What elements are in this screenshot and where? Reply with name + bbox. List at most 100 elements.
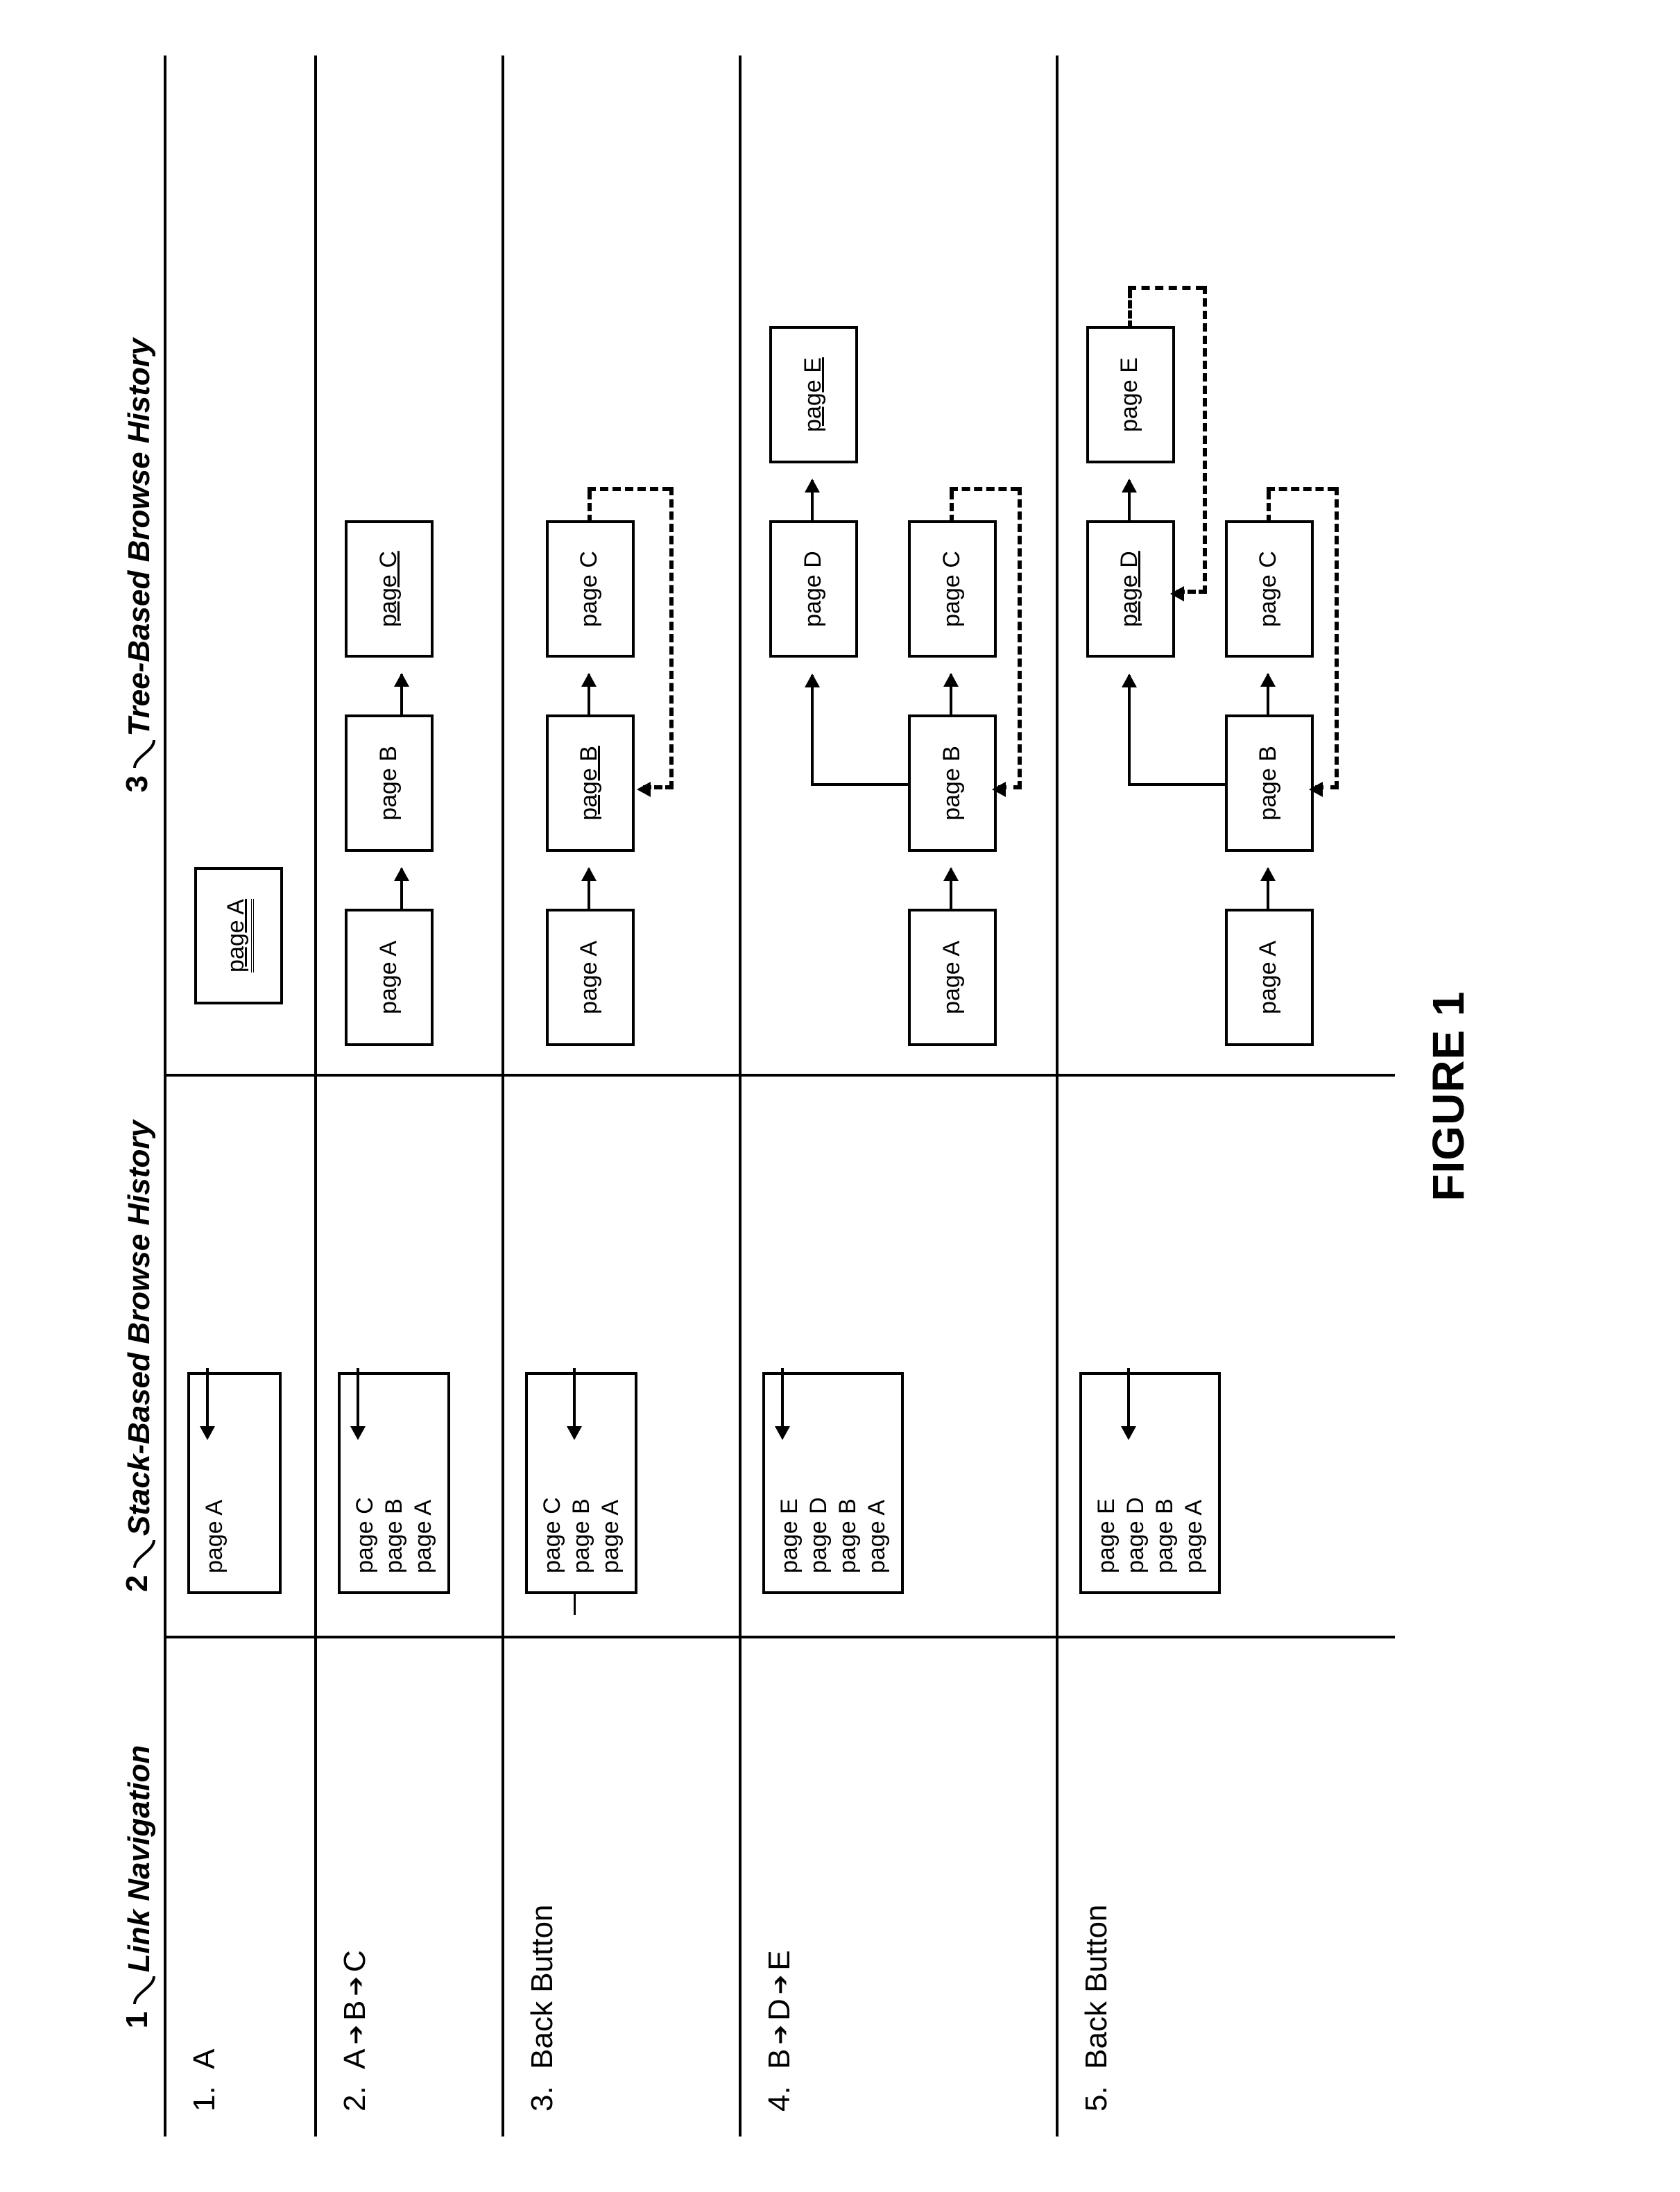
row1-nav: A — [187, 2048, 221, 2069]
tree-arrow — [588, 674, 590, 717]
row3-num: 3. — [525, 2086, 559, 2112]
stack-item: page A — [596, 1393, 625, 1573]
col2-label: Stack-Based Browse History — [122, 1120, 156, 1536]
tree-node-A: page A — [1225, 909, 1314, 1046]
row3-nav: Back Button — [525, 1905, 559, 2069]
row1-stack: page A — [187, 1372, 282, 1594]
tree-arrow — [1128, 675, 1131, 786]
tree-arrow — [950, 868, 952, 911]
stack-item: page D — [1121, 1393, 1150, 1573]
tree-arrow — [1267, 868, 1269, 911]
back-path-icon — [950, 487, 1019, 491]
stack-item: page A — [200, 1393, 229, 1573]
stack-item: page E — [1092, 1393, 1121, 1573]
comparison-table: 1 Link Navigation 2 Stack-Based Browse H… — [77, 55, 1395, 2137]
back-path-icon — [1128, 290, 1132, 329]
tree-node-B: page B — [546, 714, 635, 852]
row3-link-nav: 3. Back Button — [525, 1905, 560, 2112]
tree-node-B: page B — [908, 714, 997, 852]
back-arrowhead-icon — [637, 782, 651, 797]
col-header-link-navigation: 1 Link Navigation — [77, 1637, 165, 2137]
arrow-right-icon: ➔ — [766, 2025, 794, 2045]
row4-num: 4. — [762, 2086, 796, 2112]
stack-item: page B — [833, 1393, 862, 1573]
row4-link-nav: 4. B➔D➔E — [762, 1950, 797, 2112]
back-arrowhead-icon — [1170, 586, 1184, 601]
back-path-icon — [1267, 491, 1271, 523]
tree-node-A: page A — [546, 909, 635, 1046]
back-path-icon — [1203, 286, 1207, 594]
col-header-tree: 3 Tree-Based Browse History — [77, 55, 165, 1075]
col3-num: 3 — [120, 776, 154, 792]
back-arrowhead-icon — [992, 782, 1006, 797]
back-path-icon — [1267, 487, 1336, 491]
tree-arrow — [1128, 480, 1131, 523]
stack-item: page A — [409, 1393, 438, 1573]
back-path-icon — [669, 487, 674, 789]
row5-num: 5. — [1079, 2086, 1113, 2112]
row5-nav: Back Button — [1079, 1905, 1113, 2069]
stack-item: page C — [538, 1393, 567, 1573]
stack-item: page D — [804, 1393, 833, 1573]
col1-label: Link Navigation — [122, 1745, 156, 1973]
tree-arrow — [811, 675, 814, 786]
tree-node-A: page A — [194, 867, 283, 1004]
figure-caption: FIGURE 1 — [1423, 55, 1474, 2137]
tree-arrow — [588, 868, 590, 911]
tree-arrow — [400, 674, 403, 717]
col2-num: 2 — [120, 1575, 154, 1592]
tree-node-B: page B — [1225, 714, 1314, 852]
row1-num: 1. — [187, 2086, 221, 2112]
tree-node-D: page D — [1086, 520, 1175, 658]
stack-item: page C — [350, 1393, 379, 1573]
back-arrowhead-icon — [1309, 782, 1323, 797]
back-path-icon — [950, 491, 954, 523]
back-path-icon — [1018, 487, 1022, 789]
tree-arrow — [1267, 674, 1269, 717]
lead-line-icon — [132, 1975, 157, 2005]
tree-node-E: page E — [1086, 326, 1175, 463]
back-path-icon — [1128, 286, 1204, 290]
row1-link-nav: 1. A — [187, 2048, 222, 2112]
col-header-stack: 2 Stack-Based Browse History — [77, 1075, 165, 1637]
arrow-right-icon: ➔ — [766, 1975, 794, 1995]
tree-arrow — [400, 868, 403, 911]
stack-item: page A — [1179, 1393, 1208, 1573]
figure-1-diagram: 1 Link Navigation 2 Stack-Based Browse H… — [77, 55, 1603, 2137]
back-path-icon — [588, 487, 671, 491]
stack-item: page A — [862, 1393, 891, 1573]
tree-node-C: page C — [546, 520, 635, 658]
back-path-icon — [1335, 487, 1339, 789]
lead-line-icon — [132, 1539, 157, 1569]
stack-item: page B — [567, 1393, 596, 1573]
row2-stack: page C page B page A — [338, 1372, 450, 1594]
arrow-right-icon: ➔ — [342, 2025, 370, 2045]
stack-item: page B — [379, 1393, 409, 1573]
tree-node-C: page C — [345, 520, 434, 658]
tree-node-D: page D — [769, 520, 858, 658]
pointer-indicator-icon — [574, 1594, 576, 1615]
tree-arrow — [950, 674, 952, 717]
tree-node-A: page A — [345, 909, 434, 1046]
tree-node-A: page A — [908, 909, 997, 1046]
row5-link-nav: 5. Back Button — [1079, 1905, 1114, 2112]
row4-stack: page E page D page B page A — [762, 1372, 904, 1594]
tree-node-C: page C — [1225, 520, 1314, 658]
row2-num: 2. — [338, 2086, 372, 2112]
row2-link-nav: 2. A➔B➔C — [338, 1950, 372, 2112]
tree-node-C: page C — [908, 520, 997, 658]
lead-line-icon — [132, 739, 157, 769]
col3-label: Tree-Based Browse History — [122, 339, 156, 737]
tree-node-B: page B — [345, 714, 434, 852]
arrow-right-icon: ➔ — [342, 1976, 370, 1996]
tree-arrow — [811, 480, 814, 523]
back-path-icon — [588, 491, 592, 523]
tree-elbow — [1128, 783, 1225, 786]
stack-item: page E — [775, 1393, 804, 1573]
tree-elbow — [811, 783, 908, 786]
row5-stack: page E page D page B page A — [1079, 1372, 1221, 1594]
col1-num: 1 — [120, 2012, 154, 2028]
tree-node-E: page E — [769, 326, 858, 463]
stack-item: page B — [1150, 1393, 1179, 1573]
row3-stack: page C page B page A — [525, 1372, 637, 1594]
